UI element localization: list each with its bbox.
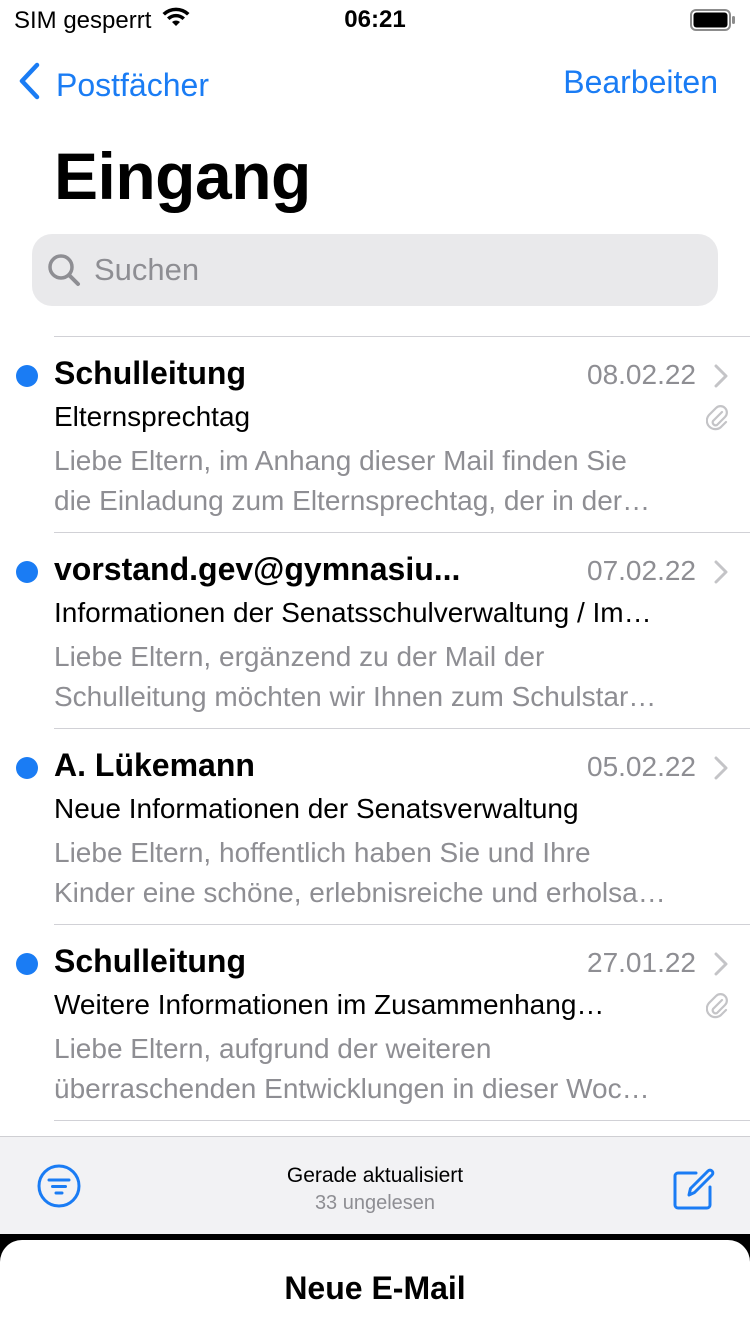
mail-preview: Liebe Eltern, ergänzend zu der Mail der … [54, 637, 714, 717]
mail-preview-line: Kinder eine schöne, erlebnisreiche und e… [54, 877, 666, 908]
mail-row[interactable]: Schulleitung 27.01.22 Weitere Informatio… [16, 924, 750, 1120]
sync-status-text: Gerade aktualisiert [286, 1164, 464, 1187]
mail-screen: SIM gesperrt 06:21 Postfächer Bearbeiten… [0, 0, 750, 1334]
search-field[interactable]: Suchen [32, 234, 718, 306]
mail-preview: Liebe Eltern, aufgrund der weiteren über… [54, 1029, 714, 1109]
mail-row[interactable]: A. Lükemann 05.02.22 Neue Informationen … [16, 728, 750, 924]
mail-row[interactable]: vorstand.gev@gymnasiu... 07.02.22 Inform… [16, 532, 750, 728]
search-icon [46, 252, 82, 288]
mail-preview-line: überraschenden Entwicklungen in dieser W… [54, 1073, 650, 1104]
page-title: Eingang [54, 139, 311, 213]
status-bar: SIM gesperrt 06:21 [0, 0, 750, 40]
compose-button[interactable] [672, 1167, 716, 1216]
mail-subject: Neue Informationen der Senatsverwaltung [54, 793, 579, 824]
new-mail-sheet[interactable]: Neue E-Mail [0, 1240, 750, 1334]
mail-preview: Liebe Eltern, im Anhang dieser Mail find… [54, 441, 714, 521]
mail-date: 05.02.22 [587, 751, 696, 782]
unread-count: 33 ungelesen [314, 1192, 436, 1214]
mail-sender: Schulleitung [54, 355, 246, 391]
bottom-toolbar: Gerade aktualisiert 33 ungelesen [0, 1136, 750, 1235]
unread-dot-icon [16, 757, 38, 779]
mail-subject: Informationen der Senatsschulverwaltung … [54, 597, 652, 628]
chevron-left-icon [18, 62, 40, 108]
mail-sender: Schulleitung [54, 943, 246, 979]
back-button-label: Postfächer [56, 66, 209, 103]
mail-preview-line: Liebe Eltern, ergänzend zu der Mail der [54, 641, 545, 672]
back-button[interactable]: Postfächer [18, 62, 209, 108]
unread-dot-icon [16, 561, 38, 583]
mail-sender: vorstand.gev@gymnasiu... [54, 551, 461, 587]
unread-dot-icon [16, 365, 38, 387]
mail-sender: A. Lükemann [54, 747, 255, 783]
new-mail-title: Neue E-Mail [284, 1270, 466, 1306]
mail-preview-line: Liebe Eltern, im Anhang dieser Mail find… [54, 445, 627, 476]
mail-list: Schulleitung 08.02.22 Elternsprechtag Li… [0, 336, 750, 1121]
mail-subject: Weitere Informationen im Zusammenhang… [54, 989, 605, 1020]
unread-dot-icon [16, 953, 38, 975]
chevron-right-icon [714, 560, 728, 589]
chevron-right-icon [714, 952, 728, 981]
list-divider [54, 1120, 750, 1121]
mail-date: 27.01.22 [587, 947, 696, 978]
battery-icon [690, 9, 736, 36]
status-time: 06:21 [344, 6, 406, 33]
compose-icon [673, 1168, 715, 1210]
mail-preview-line: die Einladung zum Elternsprechtag, der i… [54, 485, 651, 516]
mail-preview-line: Schulleitung möchten wir Ihnen zum Schul… [54, 681, 657, 712]
mail-preview: Liebe Eltern, hoffentlich haben Sie und … [54, 833, 714, 913]
mail-date: 08.02.22 [587, 359, 696, 390]
chevron-right-icon [714, 364, 728, 393]
mail-row[interactable]: Schulleitung 08.02.22 Elternsprechtag Li… [16, 336, 750, 532]
mail-preview-line: Liebe Eltern, aufgrund der weiteren [54, 1033, 492, 1064]
sync-status: Gerade aktualisiert 33 ungelesen [0, 1164, 750, 1215]
mail-subject: Elternsprechtag [54, 401, 251, 432]
chevron-right-icon [714, 756, 728, 785]
mail-preview-line: Liebe Eltern, hoffentlich haben Sie und … [54, 837, 591, 868]
search-placeholder: Suchen [94, 252, 200, 287]
mail-date: 07.02.22 [587, 555, 696, 586]
edit-button[interactable]: Bearbeiten [563, 64, 718, 101]
